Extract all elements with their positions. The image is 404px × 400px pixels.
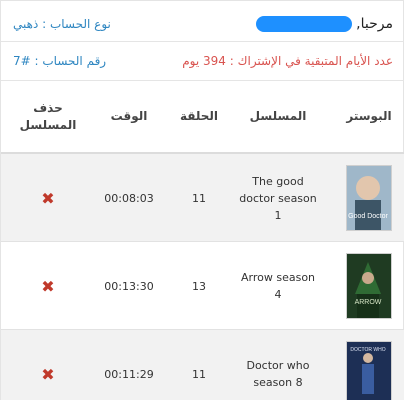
account-number: رقم الحساب : #7 [13,54,107,68]
header-delete: حذف المسلسل [19,100,77,132]
poster-arrow[interactable]: ARROW [346,253,392,319]
episode-cell: 13 [192,279,206,293]
header-poster: البوستر [346,109,392,123]
svg-text:Good Doctor: Good Doctor [348,213,388,220]
masked-username [256,16,353,32]
series-cell: Doctor who season 8 [223,330,333,400]
time-cell: 00:11:29 [104,367,154,381]
header-time: الوقت [110,109,148,123]
account-header: مرحبا, نوع الحساب : ذهبي عدد الأيام المت… [1,1,404,81]
series-name[interactable]: Arrow season 4 [238,269,318,303]
account-panel: مرحبا, نوع الحساب : ذهبي عدد الأيام المت… [0,0,404,400]
series-name[interactable]: Doctor who season 8 [238,357,318,391]
delete-icon[interactable]: ✖ [41,189,54,208]
time-cell: 00:08:03 [104,191,154,205]
remaining-days: عدد الأيام المتبقية في الإشتراك : 394 يو… [182,54,393,68]
svg-text:DOCTOR WHO: DOCTOR WHO [350,347,385,353]
poster-doctor-who[interactable]: DOCTOR WHO [346,341,392,400]
poster-good-doctor[interactable]: Good Doctor [346,165,392,231]
series-cell: Arrow season 4 [223,242,333,330]
greeting-text: مرحبا, [356,16,393,32]
header-episode: الحلقة [179,109,219,123]
series-cell: The good doctor season 1 [223,154,333,242]
table-header: البوستر المسلسل الحلقة الوقت حذف المسلسل [1,81,404,154]
delete-cell: ✖ [13,330,83,400]
svg-text:ARROW: ARROW [355,299,382,306]
series-name[interactable]: The good doctor season 1 [238,173,318,224]
table-row: ARROW Arrow season 4 13 00:13:30 ✖ [1,242,404,330]
episode-cell: 11 [192,191,206,205]
watch-history-table: البوستر المسلسل الحلقة الوقت حذف المسلسل… [1,81,404,400]
delete-icon[interactable]: ✖ [41,365,54,384]
table-row: Good Doctor The good doctor season 1 11 … [1,154,404,242]
delete-cell: ✖ [13,154,83,242]
header-series: المسلسل [249,109,307,123]
time-cell: 00:13:30 [104,279,154,293]
table-row: DOCTOR WHO Doctor who season 8 11 00:11:… [1,330,404,400]
delete-icon[interactable]: ✖ [41,277,54,296]
delete-cell: ✖ [13,242,83,330]
greeting: مرحبا, [256,16,393,32]
poster-cell: DOCTOR WHO [333,330,404,400]
poster-cell: Good Doctor [333,154,404,242]
episode-cell: 11 [192,367,206,381]
account-type: نوع الحساب : ذهبي [13,17,111,31]
poster-cell: ARROW [333,242,404,330]
